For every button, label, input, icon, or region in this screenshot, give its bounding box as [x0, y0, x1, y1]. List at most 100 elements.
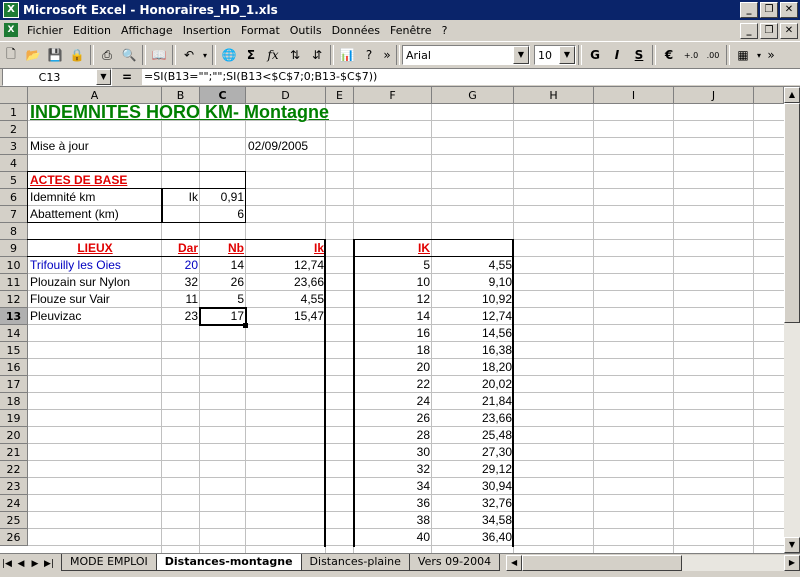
- row-header-9[interactable]: 9: [0, 240, 28, 257]
- column-header-f[interactable]: F: [354, 87, 432, 104]
- restore-button[interactable]: ❐: [760, 2, 778, 18]
- cell-ik-amount[interactable]: 20,02: [432, 376, 514, 393]
- cell-ik-km[interactable]: 38: [354, 512, 432, 529]
- cell-ik-km[interactable]: 28: [354, 427, 432, 444]
- autosum-icon[interactable]: Σ: [240, 44, 262, 66]
- function-icon[interactable]: fx: [262, 44, 284, 66]
- row-header-5[interactable]: 5: [0, 172, 28, 189]
- cell-place-name[interactable]: Flouze sur Vair: [28, 291, 162, 308]
- row-header-3[interactable]: 3: [0, 138, 28, 155]
- row-header-24[interactable]: 24: [0, 495, 28, 512]
- menu-help[interactable]: ?: [437, 24, 453, 37]
- cell-indemnite-label[interactable]: Idemnité km: [28, 189, 162, 206]
- tab-vers-09-2004[interactable]: Vers 09-2004: [408, 554, 501, 571]
- cell-abattement-label[interactable]: Abattement (km): [28, 206, 162, 223]
- row-header-10[interactable]: 10: [0, 257, 28, 274]
- cell-ik-amount[interactable]: 14,56: [432, 325, 514, 342]
- excel-app-icon[interactable]: X: [3, 2, 19, 18]
- row-header-4[interactable]: 4: [0, 155, 28, 172]
- spreadsheet-grid[interactable]: A B C D E F G H I J 1 2 3 4 5 6 7 8 9 10 11 12 13 14 15 16 17 18 19 2…: [0, 87, 784, 553]
- row-header-6[interactable]: 6: [0, 189, 28, 206]
- cell-ik-amount[interactable]: 18,20: [432, 359, 514, 376]
- cell-place-ik[interactable]: 23,66: [246, 274, 326, 291]
- cell-ik-amount[interactable]: 4,55: [432, 257, 514, 274]
- cell-place-name[interactable]: Trifouilly les Oies: [28, 257, 162, 274]
- scroll-up-icon[interactable]: ▲: [784, 87, 800, 103]
- cell-place-nb[interactable]: 26: [200, 274, 246, 291]
- row-header-17[interactable]: 17: [0, 376, 28, 393]
- underline-button[interactable]: S: [628, 44, 650, 66]
- chevron-down-icon[interactable]: ▼: [559, 46, 575, 64]
- cell-place-ik[interactable]: 12,74: [246, 257, 326, 274]
- cell-update-date[interactable]: 02/09/2005: [246, 138, 326, 155]
- vertical-scrollbar[interactable]: ▲ ▼: [784, 87, 800, 553]
- close-button[interactable]: ✕: [780, 2, 798, 18]
- menu-affichage[interactable]: Affichage: [116, 24, 178, 37]
- row-header-14[interactable]: 14: [0, 325, 28, 342]
- column-header-h[interactable]: H: [514, 87, 594, 104]
- doc-restore-button[interactable]: ❐: [760, 23, 778, 39]
- research-icon[interactable]: 📖: [148, 44, 170, 66]
- row-header-22[interactable]: 22: [0, 461, 28, 478]
- scroll-right-icon[interactable]: ▶: [784, 555, 800, 571]
- undo-icon[interactable]: ↶: [178, 44, 200, 66]
- cell-indemnite-unit[interactable]: Ik: [162, 189, 200, 206]
- row-header-7[interactable]: 7: [0, 206, 28, 223]
- toolbar-options-icon[interactable]: »: [380, 44, 394, 66]
- chevron-down-icon[interactable]: ▼: [513, 46, 529, 64]
- prev-sheet-icon[interactable]: ◀: [14, 556, 28, 572]
- cell-ik-km[interactable]: 22: [354, 376, 432, 393]
- cell-ik-km[interactable]: 5: [354, 257, 432, 274]
- chevron-down-icon[interactable]: ▼: [96, 69, 111, 85]
- font-size-select[interactable]: 10 ▼: [534, 45, 576, 65]
- formula-input[interactable]: =SI(B13="";"";SI(B13<$C$7;0;B13-$C$7)): [142, 69, 800, 85]
- cell-ik-amount[interactable]: 30,94: [432, 478, 514, 495]
- menu-donnees[interactable]: Données: [327, 24, 385, 37]
- cell-place-name[interactable]: Plouzain sur Nylon: [28, 274, 162, 291]
- row-header-2[interactable]: 2: [0, 121, 28, 138]
- row-header-19[interactable]: 19: [0, 410, 28, 427]
- cell-ik-amount[interactable]: 9,10: [432, 274, 514, 291]
- row-header-1[interactable]: 1: [0, 104, 28, 121]
- row-header-20[interactable]: 20: [0, 427, 28, 444]
- cell-place-name[interactable]: Pleuvizac: [28, 308, 162, 325]
- tab-distances-montagne[interactable]: Distances-montagne: [155, 554, 302, 571]
- fill-handle[interactable]: [243, 323, 248, 328]
- hyperlink-icon[interactable]: 🌐: [218, 44, 240, 66]
- row-header-11[interactable]: 11: [0, 274, 28, 291]
- chart-wizard-icon[interactable]: 📊: [336, 44, 358, 66]
- euro-button[interactable]: €: [658, 44, 680, 66]
- column-header-e[interactable]: E: [326, 87, 354, 104]
- scroll-down-icon[interactable]: ▼: [784, 537, 800, 553]
- row-header-13[interactable]: 13: [0, 308, 28, 325]
- doc-minimize-button[interactable]: _: [740, 23, 758, 39]
- cell-ik-amount[interactable]: 36,40: [432, 529, 514, 546]
- help-icon[interactable]: ?: [358, 44, 380, 66]
- cell-place-ik[interactable]: 4,55: [246, 291, 326, 308]
- cell-ik-km[interactable]: 10: [354, 274, 432, 291]
- cell-title[interactable]: INDEMNITES HORO KM- Montagne: [28, 103, 358, 121]
- vertical-scroll-thumb[interactable]: [784, 103, 800, 323]
- cell-base-header[interactable]: ACTES DE BASE: [28, 172, 162, 189]
- menu-outils[interactable]: Outils: [285, 24, 327, 37]
- cell-header-ik[interactable]: Ik: [246, 240, 326, 257]
- doc-close-button[interactable]: ✕: [780, 23, 798, 39]
- decrease-decimal-icon[interactable]: .00: [702, 44, 724, 66]
- horizontal-scroll-thumb[interactable]: [522, 555, 683, 571]
- cell-place-dar[interactable]: 23: [162, 308, 200, 325]
- name-box[interactable]: C13 ▼: [2, 68, 112, 86]
- cell-ik-amount[interactable]: 21,84: [432, 393, 514, 410]
- cell-place-ik[interactable]: 15,47: [246, 308, 326, 325]
- menu-fichier[interactable]: Fichier: [22, 24, 68, 37]
- save-icon[interactable]: 💾: [44, 44, 66, 66]
- new-icon[interactable]: 🗋: [0, 44, 22, 66]
- tab-distances-plaine[interactable]: Distances-plaine: [300, 554, 410, 571]
- cell-ik-km[interactable]: 36: [354, 495, 432, 512]
- cell-ik-km[interactable]: 26: [354, 410, 432, 427]
- menu-format[interactable]: Format: [236, 24, 285, 37]
- row-header-26[interactable]: 26: [0, 529, 28, 546]
- cell-ik-amount[interactable]: 32,76: [432, 495, 514, 512]
- sort-ascending-icon[interactable]: ⇅: [284, 44, 306, 66]
- row-header-16[interactable]: 16: [0, 359, 28, 376]
- column-header-i[interactable]: I: [594, 87, 674, 104]
